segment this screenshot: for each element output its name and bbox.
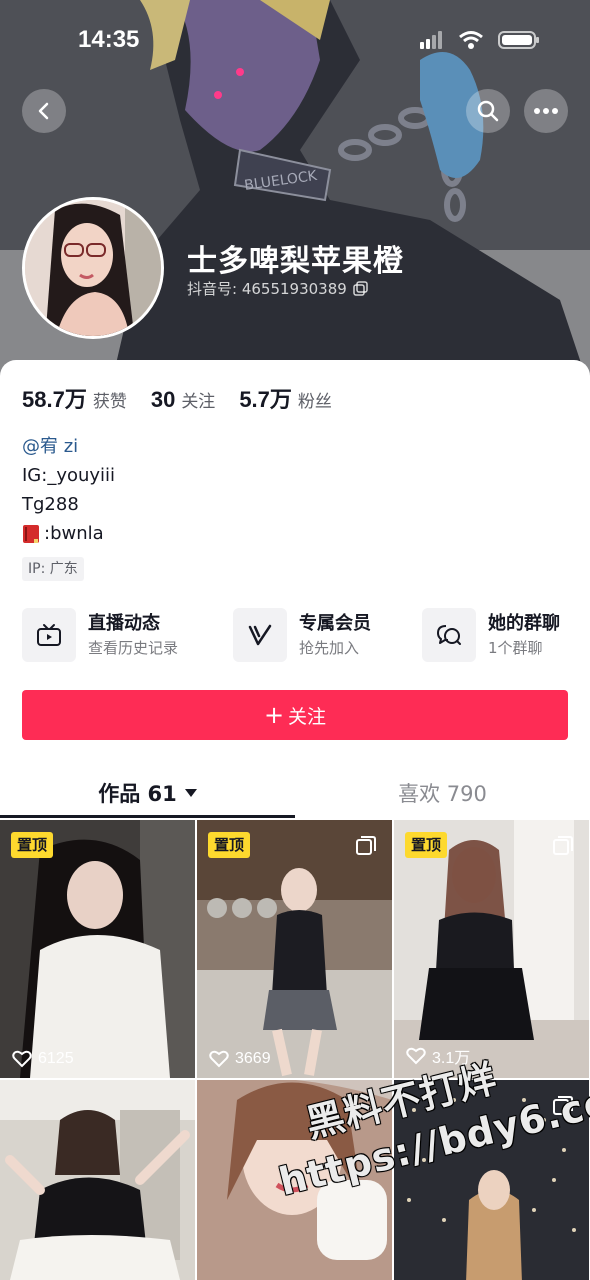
stat-label: 关注	[181, 392, 216, 412]
stat-label: 粉丝	[297, 392, 332, 412]
like-count: 6125	[12, 1050, 74, 1068]
caret-down-icon	[184, 789, 197, 797]
chevron-left-icon	[38, 102, 49, 120]
more-dots-icon	[534, 108, 558, 114]
stat-num: 30	[150, 387, 176, 412]
status-time: 14:35	[78, 26, 140, 53]
tv-icon	[37, 624, 61, 646]
bio-line: Tg288	[22, 494, 79, 515]
heart-outline-icon	[406, 1047, 426, 1065]
stats-row: 58.7万 获赞 30 关注 5.7万 粉丝	[22, 382, 356, 414]
status-icons	[420, 30, 540, 50]
search-button[interactable]	[466, 89, 510, 133]
follow-button-label: 关注	[288, 705, 327, 728]
feature-title: 专属会员	[299, 613, 371, 634]
like-count-text: 6125	[38, 1050, 74, 1067]
douyin-id-row[interactable]: 抖音号: 46551930389	[187, 278, 369, 299]
tab-works-label: 作品 61	[98, 782, 177, 806]
video-thumbnail	[0, 820, 195, 1078]
avatar[interactable]	[22, 197, 164, 339]
vip-v-icon	[248, 624, 272, 646]
more-button[interactable]	[524, 89, 568, 133]
like-count: 3669	[209, 1050, 271, 1068]
feature-title: 直播动态	[88, 613, 160, 634]
video-tile[interactable]: 置顶 3669	[197, 820, 392, 1078]
avatar-photo	[25, 200, 161, 336]
profile-nickname: 士多啤梨苹果橙	[187, 244, 404, 279]
feature-membership[interactable]: 专属会员 抢先加入	[233, 607, 371, 663]
plus-icon: +	[263, 701, 285, 729]
multi-image-icon	[356, 836, 376, 855]
copy-icon[interactable]	[353, 280, 369, 297]
feature-sub: 查看历史记录	[88, 639, 179, 657]
heart-outline-icon	[12, 1050, 32, 1068]
heart-outline-icon	[209, 1050, 229, 1068]
video-thumbnail	[197, 820, 392, 1078]
follow-button[interactable]: + 关注	[22, 690, 568, 740]
douyin-id-text: 抖音号: 46551930389	[187, 280, 347, 298]
feature-sub: 1个群聊	[488, 639, 543, 657]
pinned-badge: 置顶	[208, 832, 251, 858]
chat-bubbles-icon	[437, 625, 461, 645]
pinned-badge: 置顶	[11, 832, 54, 858]
bio: @宥 zi IG:_youyiii Tg288 :bwnla	[22, 432, 115, 548]
stat-likes: 58.7万 获赞	[22, 382, 127, 414]
feature-sub: 抢先加入	[299, 639, 360, 657]
stat-label: 获赞	[92, 392, 127, 412]
stat-followers[interactable]: 5.7万 粉丝	[239, 382, 332, 414]
profile-banner: BLUELOCK 14:35 士多啤梨苹果橙 抖音号: 46551930389	[0, 0, 590, 390]
feature-live[interactable]: 直播动态 查看历史记录	[22, 607, 178, 663]
stat-num: 5.7万	[239, 387, 292, 412]
stat-num: 58.7万	[22, 387, 87, 412]
tab-likes[interactable]: 喜欢 790	[295, 770, 590, 816]
back-button[interactable]	[22, 89, 66, 133]
stat-following[interactable]: 30 关注	[151, 387, 215, 413]
video-tile[interactable]: 置顶 6125	[0, 820, 195, 1078]
feature-title: 她的群聊	[488, 613, 560, 634]
video-tile[interactable]	[0, 1080, 195, 1280]
bio-line: IG:_youyiii	[22, 465, 116, 486]
bio-line: :bwnla	[44, 523, 104, 544]
like-count-text: 3669	[235, 1050, 271, 1067]
wifi-icon	[459, 31, 483, 49]
battery-icon	[498, 31, 539, 49]
active-tab-indicator	[0, 815, 295, 818]
search-icon	[477, 100, 499, 122]
feature-row: 直播动态 查看历史记录 专属会员 抢先加入 她的群聊 1个群聊	[22, 607, 568, 663]
content-tabs: 作品 61 喜欢 790	[0, 770, 590, 818]
tab-likes-label: 喜欢 790	[398, 782, 487, 806]
multi-image-icon	[553, 836, 573, 855]
signal-icon	[420, 31, 442, 49]
ip-location-tag: IP: 广东	[22, 557, 84, 581]
pinned-badge: 置顶	[405, 832, 448, 858]
tab-works[interactable]: 作品 61	[0, 770, 295, 816]
feature-group-chat[interactable]: 她的群聊 1个群聊	[422, 607, 560, 663]
bio-mention-link[interactable]: @宥 zi	[22, 432, 78, 461]
red-book-icon	[23, 524, 39, 543]
video-thumbnail	[0, 1080, 195, 1280]
status-bar: 14:35	[0, 0, 590, 80]
